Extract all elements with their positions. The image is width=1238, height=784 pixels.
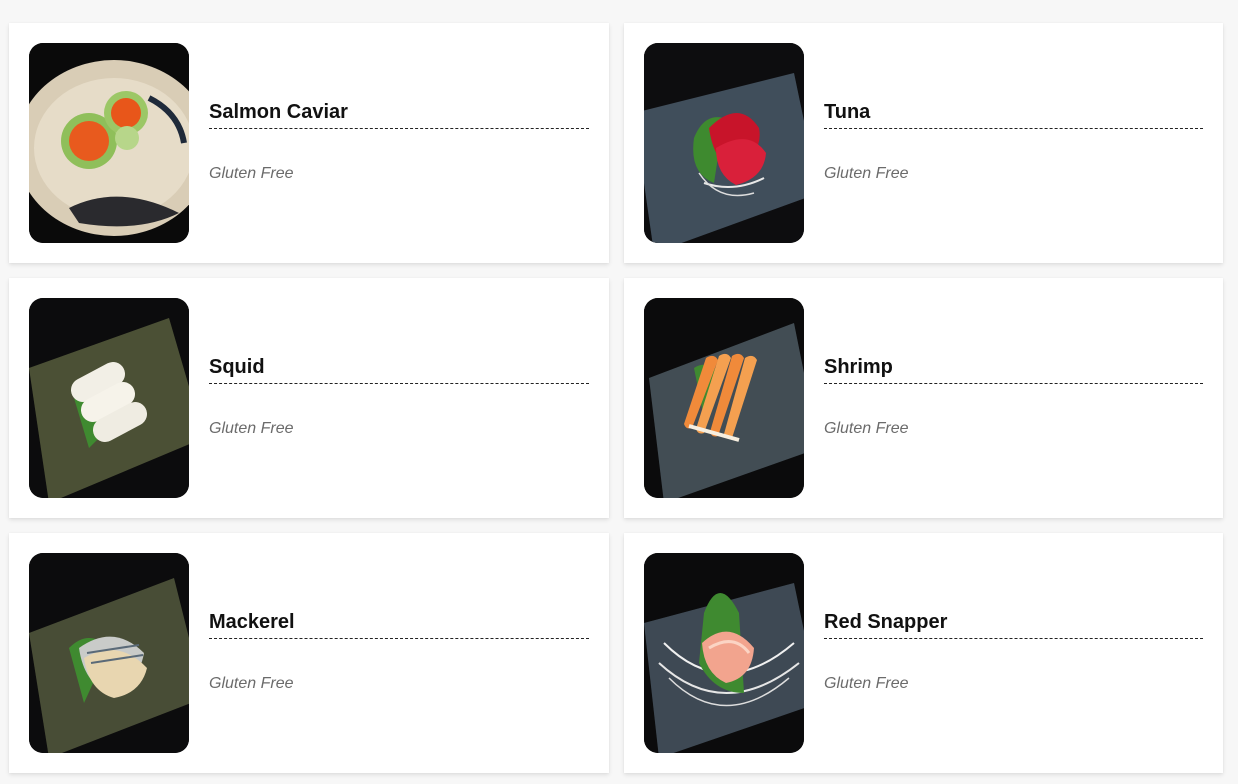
menu-item-title: Tuna	[824, 99, 1203, 129]
dietary-tag: Gluten Free	[209, 420, 294, 437]
menu-item-card[interactable]: Shrimp Gluten Free	[624, 278, 1223, 518]
squid-sashimi-photo[interactable]	[29, 298, 189, 498]
menu-item-card[interactable]: Tuna Gluten Free	[624, 23, 1223, 263]
menu-item-info: Red Snapper Gluten Free	[824, 609, 1203, 694]
menu-item-title: Shrimp	[824, 354, 1203, 384]
menu-item-title: Mackerel	[209, 609, 589, 639]
salmon-caviar-photo[interactable]	[29, 43, 189, 243]
red-snapper-sashimi-photo[interactable]	[644, 553, 804, 753]
menu-item-info: Salmon Caviar Gluten Free	[209, 99, 589, 184]
menu-grid: Salmon Caviar Gluten Free Tuna Gluten Fr…	[9, 23, 1223, 773]
menu-item-card[interactable]: Red Snapper Gluten Free	[624, 533, 1223, 773]
dietary-tag: Gluten Free	[824, 675, 909, 692]
menu-item-title: Salmon Caviar	[209, 99, 589, 129]
dietary-tag: Gluten Free	[824, 165, 909, 182]
menu-item-info: Tuna Gluten Free	[824, 99, 1203, 184]
dietary-tag: Gluten Free	[209, 165, 294, 182]
menu-item-card[interactable]: Salmon Caviar Gluten Free	[9, 23, 609, 263]
shrimp-sashimi-photo[interactable]	[644, 298, 804, 498]
menu-item-title: Squid	[209, 354, 589, 384]
mackerel-sashimi-photo[interactable]	[29, 553, 189, 753]
tuna-sashimi-photo[interactable]	[644, 43, 804, 243]
dietary-tag: Gluten Free	[824, 420, 909, 437]
menu-item-card[interactable]: Mackerel Gluten Free	[9, 533, 609, 773]
menu-item-title: Red Snapper	[824, 609, 1203, 639]
menu-item-info: Mackerel Gluten Free	[209, 609, 589, 694]
menu-item-info: Shrimp Gluten Free	[824, 354, 1203, 439]
menu-item-info: Squid Gluten Free	[209, 354, 589, 439]
dietary-tag: Gluten Free	[209, 675, 294, 692]
menu-item-card[interactable]: Squid Gluten Free	[9, 278, 609, 518]
